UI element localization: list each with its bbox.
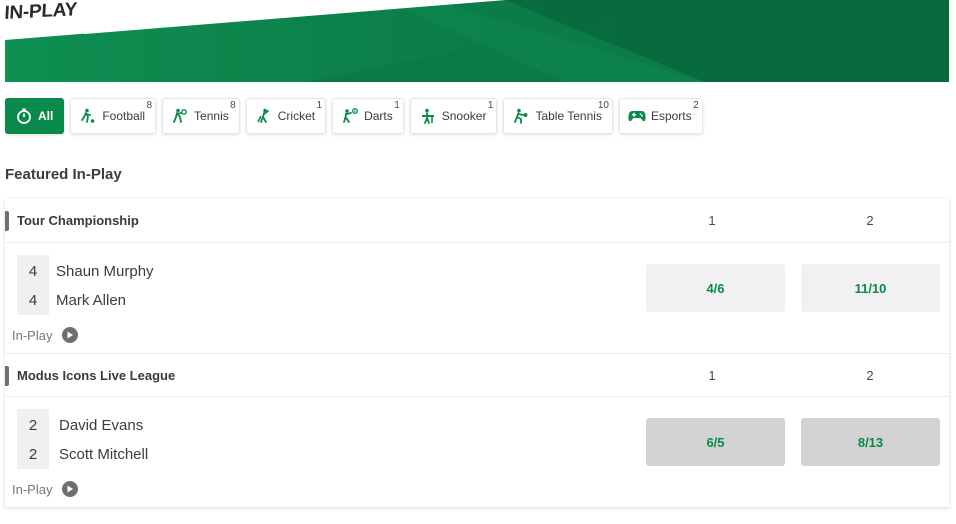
column-header-2: 2 xyxy=(866,368,874,383)
player-name: David Evans xyxy=(59,417,144,434)
player-score: 4 xyxy=(28,263,38,280)
tab-label: Football xyxy=(102,109,146,123)
event-row[interactable]: 2 2 David Evans Scott Mitchell In-Play 6… xyxy=(5,397,949,507)
tab-count: 1 xyxy=(487,100,494,111)
player-score: 4 xyxy=(28,292,38,309)
gamepad-icon xyxy=(628,107,646,125)
table-tennis-icon xyxy=(512,107,530,125)
odds-button-2[interactable]: 11/10 xyxy=(801,264,940,312)
odds-button-1[interactable]: 4/6 xyxy=(646,264,785,312)
tab-darts[interactable]: Darts 1 xyxy=(332,98,404,134)
banner-background xyxy=(5,0,949,82)
tab-tennis[interactable]: Tennis 8 xyxy=(162,98,240,134)
tab-label: Table Tennis xyxy=(535,109,602,123)
in-play-status: In-Play xyxy=(12,327,79,343)
player-score: 2 xyxy=(28,446,38,463)
tab-count: 8 xyxy=(230,100,236,111)
tab-count: 8 xyxy=(146,100,153,111)
event-row[interactable]: 4 4 Shaun Murphy Mark Allen In-Play 4/6 … xyxy=(5,243,949,353)
tab-snooker[interactable]: Snooker 1 xyxy=(409,98,498,134)
darts-icon xyxy=(341,107,359,125)
header-accent xyxy=(5,366,9,386)
in-play-banner xyxy=(5,0,949,82)
tab-label: Tennis xyxy=(194,109,229,123)
football-icon xyxy=(79,107,97,125)
page-title: IN-PLAY xyxy=(3,0,78,24)
competition-name[interactable]: Tour Championship xyxy=(17,213,139,228)
tab-football[interactable]: Football 8 xyxy=(70,98,157,134)
tab-count: 2 xyxy=(693,100,699,111)
player-name: Mark Allen xyxy=(56,292,127,309)
tab-label: All xyxy=(38,109,54,123)
tab-esports[interactable]: Esports 2 xyxy=(618,98,703,134)
tab-label: Esports xyxy=(650,109,692,123)
event-header: Tour Championship 1 2 xyxy=(5,199,949,243)
tab-label: Snooker xyxy=(441,109,487,123)
cricket-icon xyxy=(255,107,273,125)
play-icon[interactable] xyxy=(62,327,79,343)
score-column: 2 2 xyxy=(17,409,49,469)
event-header: Modus Icons Live League 1 2 xyxy=(5,353,949,397)
odds-button-1[interactable]: 6/5 xyxy=(646,418,785,466)
tab-count: 10 xyxy=(597,100,609,111)
in-play-status: In-Play xyxy=(12,481,79,497)
status-label: In-Play xyxy=(12,481,53,497)
tab-table-tennis[interactable]: Table Tennis 10 xyxy=(503,98,613,134)
snooker-icon xyxy=(419,107,437,125)
player-name: Scott Mitchell xyxy=(59,446,149,463)
tab-label: Darts xyxy=(364,109,393,123)
column-header-2: 2 xyxy=(866,213,874,228)
column-header-1: 1 xyxy=(708,213,716,228)
status-label: In-Play xyxy=(12,327,53,343)
play-icon[interactable] xyxy=(62,481,79,497)
sport-filter-tabs: All Football 8 Tennis 8 Cricket 1 Darts … xyxy=(5,98,703,134)
column-header-1: 1 xyxy=(708,368,716,383)
tennis-icon xyxy=(171,107,189,125)
tab-count: 1 xyxy=(394,100,400,111)
player-score: 2 xyxy=(28,417,38,434)
tab-all[interactable]: All xyxy=(5,98,65,134)
competition-name[interactable]: Modus Icons Live League xyxy=(17,368,175,383)
header-accent xyxy=(5,211,9,231)
player-name: Shaun Murphy xyxy=(56,263,154,280)
tab-label: Cricket xyxy=(277,109,316,123)
tab-cricket[interactable]: Cricket 1 xyxy=(245,98,327,134)
odds-button-2[interactable]: 8/13 xyxy=(801,418,940,466)
stopwatch-icon xyxy=(15,107,33,125)
section-title: Featured In-Play xyxy=(5,166,122,183)
featured-events-panel: Tour Championship 1 2 4 4 Shaun Murphy M… xyxy=(5,199,949,507)
score-column: 4 4 xyxy=(17,255,49,315)
tab-count: 1 xyxy=(316,100,323,111)
